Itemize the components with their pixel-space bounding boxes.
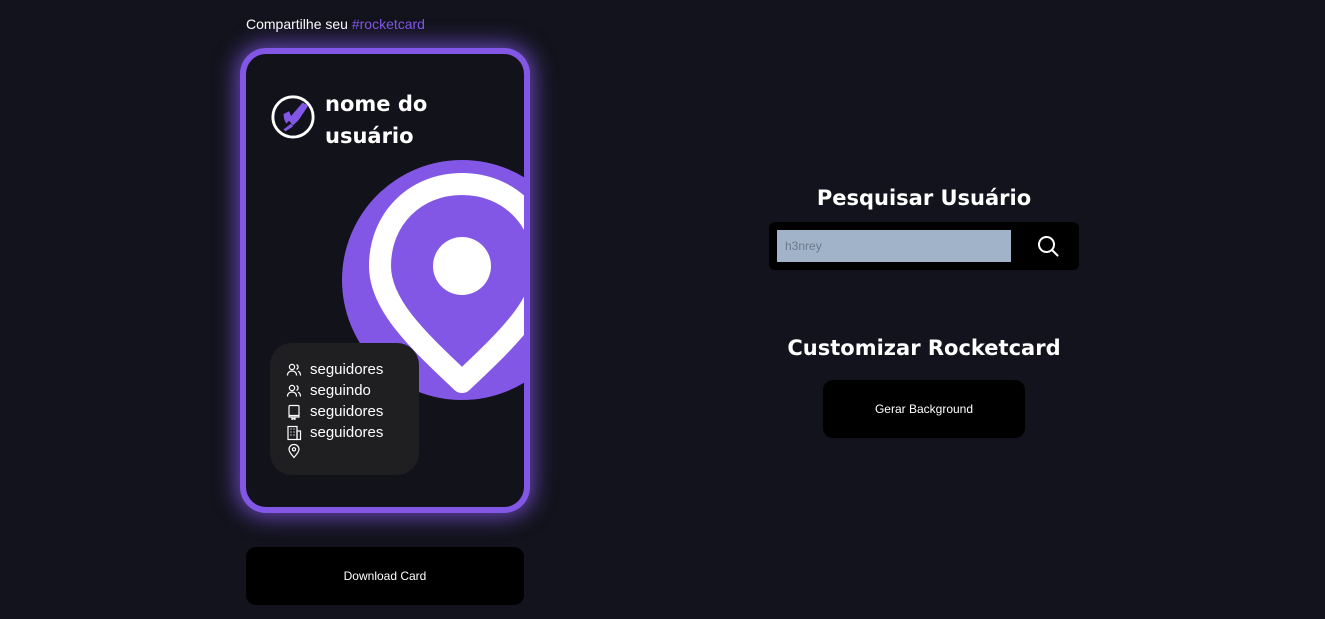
search-box — [769, 222, 1079, 270]
share-prefix: Compartilhe seu — [246, 16, 348, 32]
search-title: Pesquisar Usuário — [816, 186, 1032, 210]
users-icon — [286, 384, 302, 397]
card-username: nome do usuário — [325, 92, 428, 148]
rocket-logo-icon — [271, 95, 315, 139]
search-input[interactable] — [777, 230, 1011, 262]
search-icon — [1038, 236, 1059, 257]
stat-company: seguidores — [286, 424, 383, 441]
customize-title: Customizar Rocketcard — [787, 336, 1061, 360]
stat-label: seguidores — [310, 424, 384, 441]
stat-label: seguidores — [310, 403, 384, 420]
generate-background-button[interactable]: Gerar Background — [823, 380, 1025, 438]
stat-repositories: seguidores — [286, 403, 383, 420]
user-stats-panel: seguidores seguindo seguidores seguidore… — [270, 343, 419, 475]
repo-icon — [288, 404, 300, 420]
download-card-button[interactable]: Download Card — [246, 547, 524, 605]
users-icon — [286, 363, 302, 376]
rocketcard-preview: nome do usuário seguidores seguindo segu… — [246, 54, 524, 507]
stat-label: seguindo — [310, 382, 371, 399]
share-caption: Compartilhe seu #rocketcard — [246, 16, 425, 32]
share-hashtag: #rocketcard — [351, 16, 425, 32]
stat-following: seguindo — [286, 382, 371, 399]
stat-label: seguidores — [310, 361, 384, 378]
stat-followers: seguidores — [286, 361, 383, 378]
building-icon — [287, 425, 302, 440]
search-button[interactable] — [1033, 232, 1063, 260]
card-header: nome do usuário — [270, 90, 455, 152]
stat-location — [286, 443, 310, 459]
location-icon — [288, 443, 300, 459]
